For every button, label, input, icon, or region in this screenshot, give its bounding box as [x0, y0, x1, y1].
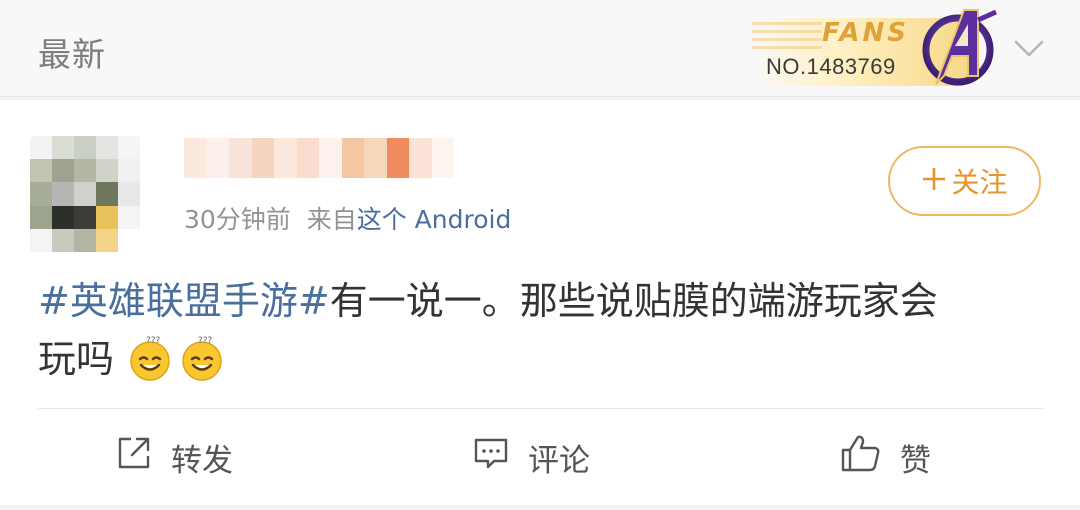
- fans-badge-decoration: [752, 22, 822, 52]
- fans-badge-number: NO.1483769: [766, 54, 896, 79]
- plus-icon: [921, 164, 947, 198]
- avengers-logo-icon: [916, 6, 1006, 90]
- post-source[interactable]: 这个 Android: [357, 205, 512, 234]
- username-blurred[interactable]: [184, 138, 454, 178]
- divider: [38, 408, 1044, 409]
- post-content: #英雄联盟手游#有一说一。那些说贴膜的端游玩家会 玩吗 ??? ???: [38, 272, 1048, 388]
- share-icon: [115, 434, 171, 480]
- svg-text:???: ???: [198, 336, 213, 346]
- repost-button[interactable]: 转发: [115, 427, 233, 487]
- user-avatar[interactable]: [30, 136, 140, 252]
- post-card: 30分钟前 来自这个 Android 关注 #英雄联盟手游#有一说一。那些说贴膜…: [0, 100, 1080, 505]
- feed-header: 最新 FANS NO.1483769: [0, 0, 1080, 97]
- post-source-prefix: 来自: [306, 205, 357, 234]
- confused-smile-emoji: ???: [126, 334, 174, 382]
- follow-label: 关注: [951, 166, 1008, 199]
- chevron-down-icon[interactable]: [1012, 34, 1046, 62]
- topic-link[interactable]: #英雄联盟手游#: [38, 279, 330, 323]
- comment-icon: [472, 434, 528, 480]
- comment-label: 评论: [528, 442, 590, 479]
- post-action-bar: 转发 评论 赞: [0, 415, 1080, 500]
- confused-smile-emoji: ???: [178, 334, 226, 382]
- thumbs-up-icon: [840, 433, 900, 481]
- post-meta: 30分钟前 来自这个 Android: [184, 200, 511, 236]
- comment-button[interactable]: 评论: [472, 427, 590, 487]
- sort-tab-latest[interactable]: 最新: [38, 28, 106, 76]
- like-label: 赞: [900, 442, 931, 479]
- fans-badge[interactable]: FANS NO.1483769: [752, 6, 1007, 90]
- post-time: 30分钟前: [184, 205, 291, 234]
- repost-label: 转发: [171, 442, 233, 479]
- post-text-line2: 玩吗: [38, 337, 115, 381]
- fans-badge-label: FANS: [822, 18, 910, 48]
- follow-button[interactable]: 关注: [888, 146, 1041, 216]
- svg-text:???: ???: [146, 336, 161, 346]
- like-button[interactable]: 赞: [840, 427, 931, 487]
- post-text-line1: 有一说一。那些说贴膜的端游玩家会: [329, 279, 938, 323]
